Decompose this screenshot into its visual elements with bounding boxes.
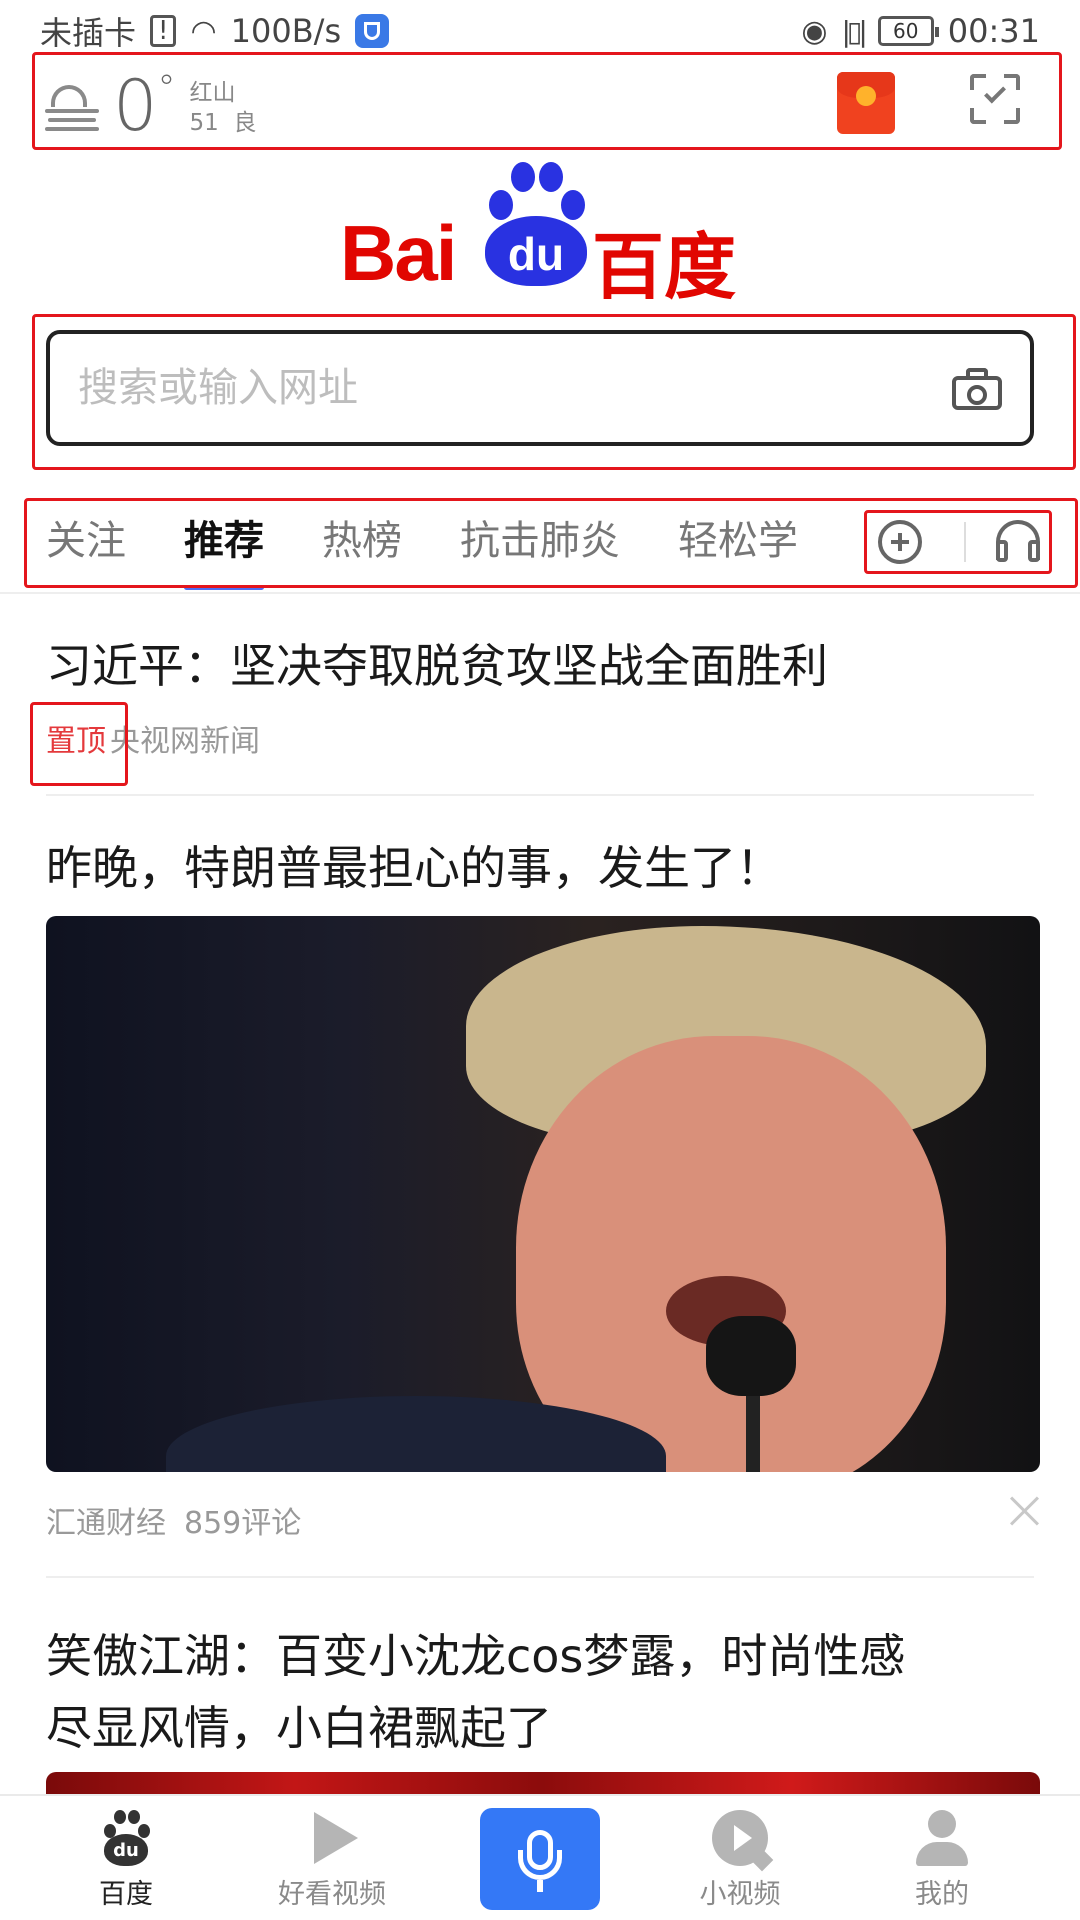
baidu-paw-icon: du (475, 160, 595, 288)
small-video-icon (712, 1810, 768, 1866)
article-title[interactable]: 笑傲江湖：百变小沈龙cos梦露，时尚性感 尽显风情，小白裙飘起了 (46, 1620, 1036, 1764)
status-right: ◉ |▯| 60 00:31 (801, 12, 1040, 50)
air-quality: 51 良 (190, 108, 257, 138)
article-image[interactable] (46, 916, 1040, 1472)
network-speed: 100B/s (230, 12, 342, 50)
divider (46, 794, 1034, 796)
article-title[interactable]: 昨晚，特朗普最担心的事，发生了！ (46, 832, 1036, 904)
haze-icon (45, 85, 99, 131)
nav-label: 好看视频 (278, 1879, 386, 1910)
eye-icon: ◉ (801, 13, 828, 49)
tab-recommend[interactable]: 推荐 (184, 500, 264, 590)
scan-icon[interactable] (970, 74, 1020, 124)
play-icon (304, 1810, 360, 1866)
bottom-nav: du 百度 好看视频 小视频 我的 (0, 1794, 1080, 1920)
comment-count[interactable]: 859评论 (184, 1498, 301, 1542)
tab-fight-pneumonia[interactable]: 抗击肺炎 (460, 500, 620, 590)
tab-divider (0, 592, 1080, 594)
weather-widget[interactable]: 0° 红山 51 良 (45, 62, 256, 154)
divider (964, 522, 966, 562)
status-left: 未插卡 ! ◠ 100B/s (40, 8, 390, 54)
headphone-icon[interactable] (996, 520, 1040, 564)
clock: 00:31 (947, 12, 1040, 50)
voice-search-button[interactable] (480, 1808, 600, 1910)
nav-mine[interactable]: 我的 (862, 1806, 1022, 1911)
baidu-logo: Bai du 百度 (340, 160, 740, 309)
article-meta: 置顶 央视网新闻 (46, 716, 260, 760)
user-icon (914, 1810, 970, 1866)
article-title-line: 尽显风情，小白裙飘起了 (46, 1701, 552, 1755)
nav-baidu[interactable]: du 百度 (46, 1806, 206, 1911)
alert-icon: ! (150, 15, 177, 47)
tab-hot-list[interactable]: 热榜 (322, 500, 402, 590)
search-bar[interactable] (46, 330, 1034, 446)
temperature-value: 0 (113, 65, 158, 147)
degree-symbol: ° (157, 68, 176, 109)
logo-chinese: 百度 (592, 225, 737, 309)
aqi-label: 良 (233, 110, 257, 136)
battery-level: 60 (893, 19, 919, 43)
logo-latin: Bai (340, 209, 457, 297)
red-packet-icon[interactable] (837, 72, 895, 134)
nav-label: 小视频 (699, 1879, 781, 1910)
wifi-icon: ◠ (190, 13, 217, 49)
add-channel-icon[interactable] (878, 520, 922, 564)
article-title-line: 笑傲江湖：百变小沈龙cos梦露，时尚性感 (46, 1629, 906, 1683)
temperature: 0° (113, 68, 176, 142)
battery-icon: 60 (877, 16, 939, 46)
camera-icon[interactable] (952, 368, 1002, 410)
logo-paw-text: du (485, 216, 587, 286)
tab-follow[interactable]: 关注 (46, 500, 126, 590)
article-meta: 汇通财经 859评论 (46, 1498, 301, 1542)
article-source[interactable]: 汇通财经 (46, 1498, 166, 1542)
nav-small-video[interactable]: 小视频 (660, 1806, 820, 1911)
vibrate-icon: |▯| (841, 14, 868, 48)
shield-icon (355, 14, 390, 48)
status-bar: 未插卡 ! ◠ 100B/s ◉ |▯| 60 00:31 (0, 0, 1080, 62)
tab-easy-learn[interactable]: 轻松学 (678, 500, 798, 590)
article-title[interactable]: 习近平：坚决夺取脱贫攻坚战全面胜利 (46, 630, 1036, 702)
article-source[interactable]: 央视网新闻 (110, 716, 260, 760)
location-name: 红山 (189, 80, 236, 106)
search-input[interactable] (78, 365, 952, 411)
close-icon[interactable] (1008, 1494, 1042, 1528)
aqi-value: 51 (189, 110, 219, 136)
nav-label: 我的 (915, 1879, 969, 1910)
tab-tools (868, 512, 1048, 572)
divider (46, 1576, 1034, 1578)
carrier-text: 未插卡 (40, 14, 137, 52)
nav-haokan-video[interactable]: 好看视频 (252, 1806, 412, 1911)
location-info: 红山 51 良 (190, 78, 257, 138)
pinned-badge: 置顶 (46, 724, 106, 759)
baidu-paw-icon: du (98, 1810, 154, 1866)
nav-label: 百度 (99, 1879, 153, 1910)
feed-tabs: 关注 推荐 热榜 抗击肺炎 轻松学 (46, 500, 856, 590)
